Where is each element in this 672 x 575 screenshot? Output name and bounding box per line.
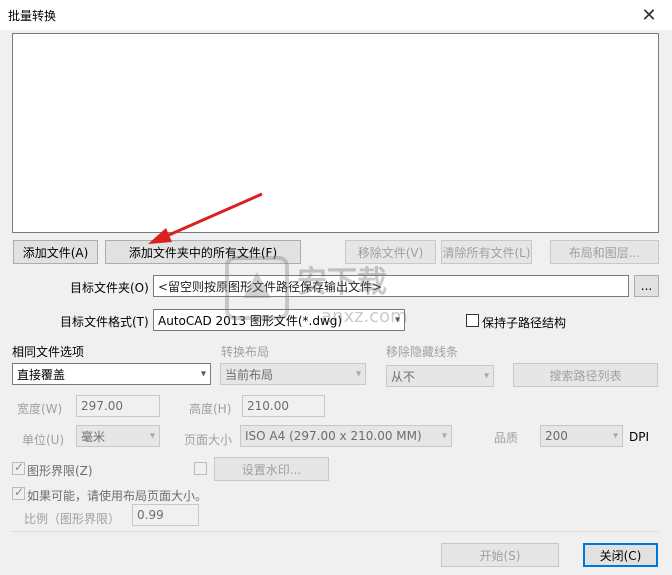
quality-value: 200 [545,429,568,443]
chevron-down-icon: ▾ [200,368,206,380]
watermark-brand: 安下载 [297,265,387,300]
annotation-arrow-icon [148,192,263,244]
layout-layers-button[interactable]: 布局和图层... [550,240,659,264]
convert-layout-label: 转换布局 [221,345,270,359]
width-input[interactable]: 297.00 [76,395,160,417]
width-label: 宽度(W) [17,402,63,416]
drawing-limits-checkbox[interactable] [12,460,25,475]
same-file-value: 直接覆盖 [17,367,66,382]
unit-select[interactable]: 毫米 ▾ [76,425,160,447]
window-title: 批量转换 [8,9,57,23]
page-size-value: ISO A4 (297.00 x 210.00 MM) [245,429,422,443]
target-folder-label: 目标文件夹(O) [70,281,149,295]
keep-path-label: 保持子路径结构 [482,316,567,330]
same-file-options-label: 相同文件选项 [12,345,85,359]
same-file-select[interactable]: 直接覆盖 ▾ [12,363,211,385]
use-layout-size-checkbox[interactable] [12,485,25,500]
convert-layout-select[interactable]: 当前布局 ▾ [220,363,366,385]
quality-label: 品质 [494,431,519,445]
hidden-lines-value: 从不 [391,369,416,384]
drawing-limits-label: 图形界限(Z) [27,464,93,478]
height-input[interactable]: 210.00 [242,395,325,417]
site-watermark-logo: 安下载 anxz.com [225,256,408,327]
quality-select[interactable]: 200 ▾ [540,425,623,447]
target-format-label: 目标文件格式(T) [60,315,149,329]
search-paths-button[interactable]: 搜索路径列表 [513,363,658,387]
convert-layout-value: 当前布局 [225,367,274,382]
dpi-label: DPI [629,430,650,444]
start-button[interactable]: 开始(S) [441,543,559,567]
page-size-select[interactable]: ISO A4 (297.00 x 210.00 MM) ▾ [240,425,452,447]
height-label: 高度(H) [189,402,232,416]
browse-folder-button[interactable]: ... [634,275,659,297]
chevron-down-icon: ▾ [483,370,489,382]
scale-input[interactable]: 0.99 [132,504,199,526]
hidden-lines-select[interactable]: 从不 ▾ [386,365,494,387]
unit-value: 毫米 [81,429,106,444]
set-watermark-button[interactable]: 设置水印... [214,457,329,481]
chevron-down-icon: ▾ [441,430,447,442]
use-layout-size-label: 如果可能，请使用布局页面大小。 [27,489,208,503]
chevron-down-icon: ▾ [355,368,361,380]
scale-label: 比例（图形界限） [24,512,121,526]
watermark-checkbox[interactable] [194,462,207,475]
page-size-label: 页面大小 [184,433,233,447]
chevron-down-icon: ▾ [612,430,618,442]
remove-hidden-lines-label: 移除隐藏线条 [386,345,459,359]
watermark-domain: anxz.com [321,306,408,327]
unit-label: 单位(U) [22,433,65,447]
footer-separator [12,531,659,532]
close-icon[interactable]: ✕ [632,2,666,28]
keep-path-checkbox[interactable] [466,314,479,327]
close-button[interactable]: 关闭(C) [583,543,658,567]
title-bar [0,0,672,30]
add-file-button[interactable]: 添加文件(A) [13,240,98,264]
chevron-down-icon: ▾ [149,430,155,442]
file-list[interactable] [12,33,659,233]
